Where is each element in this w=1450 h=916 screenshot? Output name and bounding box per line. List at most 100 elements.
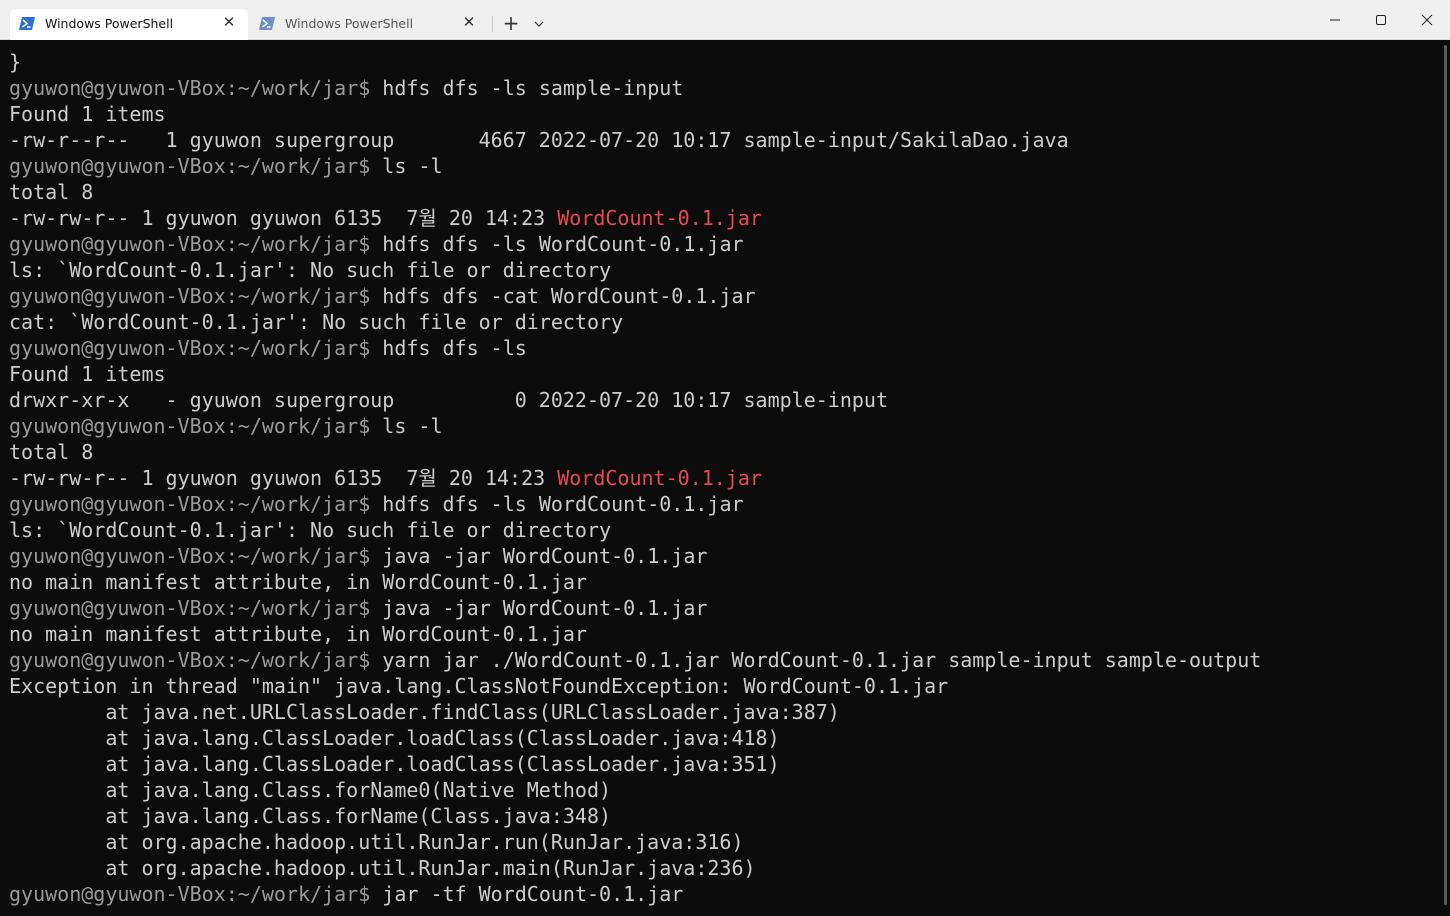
- scrollbar[interactable]: [1441, 41, 1450, 916]
- output-line: -rw-rw-r-- 1 gyuwon gyuwon 6135 7월 20 14…: [9, 465, 762, 491]
- output-line: Found 1 items: [9, 101, 166, 127]
- output-text: at java.lang.ClassLoader.loadClass(Class…: [9, 726, 780, 750]
- prompt-path: :~/work/jar$: [225, 76, 371, 100]
- output-line: at java.lang.Class.forName(Class.java:34…: [9, 803, 611, 829]
- output-text: Exception in thread "main" java.lang.Cla…: [9, 674, 949, 698]
- prompt-path: :~/work/jar$: [225, 154, 371, 178]
- prompt-line: gyuwon@gyuwon-VBox:~/work/jar$ jar -tf W…: [9, 881, 683, 907]
- output-line: total 8: [9, 439, 93, 465]
- output-line: ls: `WordCount-0.1.jar': No such file or…: [9, 257, 611, 283]
- minimize-icon: [1330, 19, 1340, 21]
- tab-windows-powershell-1[interactable]: Windows PowerShell ✕: [10, 9, 248, 40]
- close-tab-icon[interactable]: ✕: [460, 13, 478, 31]
- output-text: at org.apache.hadoop.util.RunJar.main(Ru…: [9, 856, 756, 880]
- tab-label: Windows PowerShell: [285, 16, 414, 31]
- tab-windows-powershell-2[interactable]: Windows PowerShell ✕: [250, 9, 488, 40]
- output-line: at org.apache.hadoop.util.RunJar.run(Run…: [9, 829, 744, 855]
- scrollbar-thumb[interactable]: [1444, 45, 1447, 905]
- output-text: no main manifest attribute, in WordCount…: [9, 622, 587, 646]
- output-line: }: [9, 49, 21, 75]
- prompt-line: gyuwon@gyuwon-VBox:~/work/jar$ java -jar…: [9, 595, 707, 621]
- command-text: hdfs dfs -ls WordCount-0.1.jar: [370, 232, 744, 256]
- prompt-path: :~/work/jar$: [225, 414, 371, 438]
- prompt-user-host: gyuwon@gyuwon-VBox: [9, 232, 226, 256]
- command-text: java -jar WordCount-0.1.jar: [370, 544, 708, 568]
- output-text: at java.net.URLClassLoader.findClass(URL…: [9, 700, 840, 724]
- prompt-line: gyuwon@gyuwon-VBox:~/work/jar$ yarn jar …: [9, 647, 1261, 673]
- prompt-line: gyuwon@gyuwon-VBox:~/work/jar$ hdfs dfs …: [9, 75, 683, 101]
- terminal-output[interactable]: } gyuwon@gyuwon-VBox:~/work/jar$ hdfs dfs…: [0, 41, 1440, 916]
- command-text: ls -l: [370, 154, 443, 178]
- tab-label: Windows PowerShell: [45, 16, 174, 31]
- output-text: at java.lang.Class.forName(Class.java:34…: [9, 804, 612, 828]
- command-text: ls -l: [370, 414, 443, 438]
- output-text: ls: `WordCount-0.1.jar': No such file or…: [9, 518, 612, 542]
- output-text: -rw-r--r-- 1 gyuwon supergroup 4667 2022…: [9, 128, 1069, 152]
- prompt-line: gyuwon@gyuwon-VBox:~/work/jar$ ls -l: [9, 153, 443, 179]
- output-text: no main manifest attribute, in WordCount…: [9, 570, 587, 594]
- powershell-icon: [19, 17, 35, 30]
- prompt-line: gyuwon@gyuwon-VBox:~/work/jar$ java -jar…: [9, 543, 707, 569]
- command-text: java -jar WordCount-0.1.jar: [370, 596, 708, 620]
- prompt-path: :~/work/jar$: [225, 544, 371, 568]
- output-text: at java.lang.Class.forName0(Native Metho…: [9, 778, 612, 802]
- jar-file-name: WordCount-0.1.jar: [557, 206, 762, 230]
- command-text: yarn jar ./WordCount-0.1.jar WordCount-0…: [370, 648, 1262, 672]
- prompt-path: :~/work/jar$: [225, 492, 371, 516]
- command-text: hdfs dfs -cat WordCount-0.1.jar: [370, 284, 756, 308]
- command-text: hdfs dfs -ls sample-input: [370, 76, 684, 100]
- tab-dropdown-button[interactable]: [528, 12, 550, 36]
- prompt-line: gyuwon@gyuwon-VBox:~/work/jar$ hdfs dfs …: [9, 283, 756, 309]
- powershell-icon: [259, 17, 275, 30]
- output-line: -rw-rw-r-- 1 gyuwon gyuwon 6135 7월 20 14…: [9, 205, 762, 231]
- prompt-user-host: gyuwon@gyuwon-VBox: [9, 414, 226, 438]
- close-tab-icon[interactable]: ✕: [220, 13, 238, 31]
- new-tab-button[interactable]: +: [498, 12, 524, 36]
- chevron-down-icon: [534, 21, 544, 27]
- jar-file-name: WordCount-0.1.jar: [557, 466, 762, 490]
- title-bar: Windows PowerShell ✕ Windows PowerShell …: [0, 0, 1450, 40]
- output-text: Found 1 items: [9, 102, 166, 126]
- prompt-user-host: gyuwon@gyuwon-VBox: [9, 284, 226, 308]
- maximize-icon: [1376, 15, 1386, 25]
- output-text: }: [9, 50, 22, 74]
- minimize-button[interactable]: [1312, 0, 1358, 40]
- prompt-path: :~/work/jar$: [225, 596, 371, 620]
- maximize-button[interactable]: [1358, 0, 1404, 40]
- prompt-path: :~/work/jar$: [225, 648, 371, 672]
- output-line: total 8: [9, 179, 93, 205]
- close-icon: [1421, 14, 1433, 26]
- prompt-user-host: gyuwon@gyuwon-VBox: [9, 596, 226, 620]
- prompt-user-host: gyuwon@gyuwon-VBox: [9, 154, 226, 178]
- prompt-line: gyuwon@gyuwon-VBox:~/work/jar$ hdfs dfs …: [9, 491, 744, 517]
- command-text: hdfs dfs -ls: [370, 336, 527, 360]
- prompt-user-host: gyuwon@gyuwon-VBox: [9, 882, 226, 906]
- output-line: -rw-r--r-- 1 gyuwon supergroup 4667 2022…: [9, 127, 1069, 153]
- output-line: Found 1 items: [9, 361, 166, 387]
- close-window-button[interactable]: [1404, 0, 1450, 40]
- output-line: at java.lang.Class.forName0(Native Metho…: [9, 777, 611, 803]
- prompt-line: gyuwon@gyuwon-VBox:~/work/jar$ ls -l: [9, 413, 443, 439]
- output-text: Found 1 items: [9, 362, 166, 386]
- prompt-user-host: gyuwon@gyuwon-VBox: [9, 336, 226, 360]
- output-text: -rw-rw-r-- 1 gyuwon gyuwon 6135 7월 20 14…: [9, 206, 558, 230]
- prompt-path: :~/work/jar$: [225, 284, 371, 308]
- prompt-path: :~/work/jar$: [225, 232, 371, 256]
- output-text: at org.apache.hadoop.util.RunJar.run(Run…: [9, 830, 744, 854]
- output-line: no main manifest attribute, in WordCount…: [9, 569, 587, 595]
- prompt-path: :~/work/jar$: [225, 882, 371, 906]
- prompt-user-host: gyuwon@gyuwon-VBox: [9, 76, 226, 100]
- prompt-user-host: gyuwon@gyuwon-VBox: [9, 492, 226, 516]
- output-text: at java.lang.ClassLoader.loadClass(Class…: [9, 752, 780, 776]
- tab-separator: [492, 16, 493, 32]
- prompt-user-host: gyuwon@gyuwon-VBox: [9, 544, 226, 568]
- output-text: drwxr-xr-x - gyuwon supergroup 0 2022-07…: [9, 388, 888, 412]
- output-text: cat: `WordCount-0.1.jar': No such file o…: [9, 310, 624, 334]
- prompt-line: gyuwon@gyuwon-VBox:~/work/jar$ hdfs dfs …: [9, 335, 527, 361]
- output-line: no main manifest attribute, in WordCount…: [9, 621, 587, 647]
- prompt-user-host: gyuwon@gyuwon-VBox: [9, 648, 226, 672]
- output-line: at java.lang.ClassLoader.loadClass(Class…: [9, 751, 780, 777]
- output-text: ls: `WordCount-0.1.jar': No such file or…: [9, 258, 612, 282]
- command-text: jar -tf WordCount-0.1.jar: [370, 882, 684, 906]
- output-line: at java.net.URLClassLoader.findClass(URL…: [9, 699, 840, 725]
